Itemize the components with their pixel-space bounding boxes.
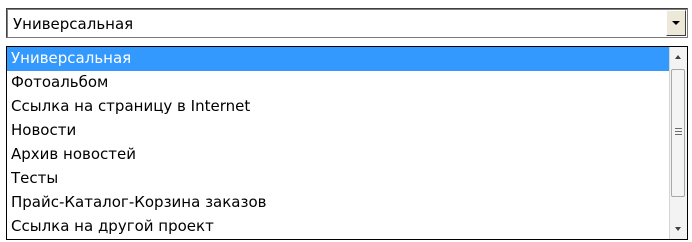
- option-news[interactable]: Новости: [7, 119, 670, 143]
- option-tests[interactable]: Тесты: [7, 167, 670, 191]
- vertical-scrollbar[interactable]: [669, 47, 687, 239]
- template-select[interactable]: Универсальная: [6, 8, 688, 38]
- scroll-down-arrow-icon: [675, 227, 681, 231]
- scrollbar-thumb[interactable]: [671, 69, 685, 197]
- scroll-up-arrow-icon: [675, 55, 681, 59]
- option-news-archive[interactable]: Архив новостей: [7, 143, 670, 167]
- option-photo-album[interactable]: Фотоальбом: [7, 71, 670, 95]
- select-current-value: Универсальная: [13, 15, 134, 33]
- thumb-grip-line: [675, 134, 682, 135]
- option-other-project-link[interactable]: Ссылка на другой проект: [7, 215, 670, 239]
- chevron-down-icon: [672, 21, 680, 25]
- dropdown-list: Универсальная Фотоальбом Ссылка на стран…: [6, 46, 688, 240]
- option-universal[interactable]: Универсальная: [7, 47, 670, 71]
- thumb-grip-line: [675, 131, 682, 132]
- scroll-down-button[interactable]: [670, 221, 686, 237]
- thumb-grip-line: [675, 128, 682, 129]
- options-list: Универсальная Фотоальбом Ссылка на стран…: [7, 47, 670, 239]
- option-internet-link[interactable]: Ссылка на страницу в Internet: [7, 95, 670, 119]
- dropdown-toggle-button[interactable]: [666, 10, 686, 36]
- scroll-up-button[interactable]: [670, 49, 686, 65]
- option-price-catalog-cart[interactable]: Прайс-Каталог-Корзина заказов: [7, 191, 670, 215]
